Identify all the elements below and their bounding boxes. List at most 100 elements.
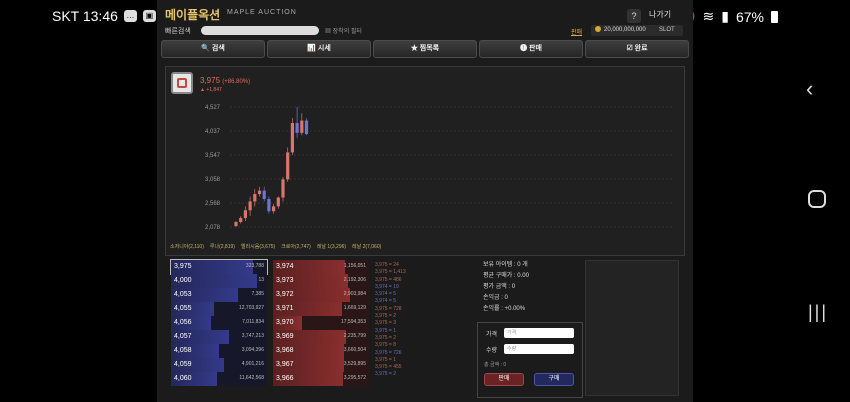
- order-quantity: 12,703,927: [238, 305, 264, 311]
- legend-entry: 레날 2(7,060): [352, 244, 382, 250]
- legend-entry: 소저니아(2,110): [170, 244, 204, 250]
- order-row[interactable]: 3,974 1,156,051: [273, 260, 369, 274]
- candle-body: [267, 198, 271, 212]
- order-row[interactable]: 3,972 2,903,984: [273, 288, 369, 302]
- order-price: 3,966: [276, 375, 294, 382]
- y-tick-label: 3,058: [205, 177, 221, 183]
- trade-entry: 3,975 = 486: [375, 276, 402, 283]
- trade-entry: 3,975 = 8: [375, 342, 396, 349]
- equip-filter-label[interactable]: ▦ 장착의 필터: [325, 26, 362, 35]
- trade-entry: 3,975 = 24: [375, 262, 399, 268]
- app-header: 메이플옥션 MAPLE AUCTION ? 나가기: [157, 0, 693, 23]
- trade-entry: 3,975 = 2: [375, 313, 396, 320]
- wifi-icon: ≋: [702, 8, 715, 24]
- auction-app: 메이플옥션 MAPLE AUCTION ? 나가기 빠른검색 ▦ 장착의 필터 …: [157, 0, 693, 402]
- order-book-area: 3,975 323,788 4,000 13 4,053 7,385 4,055 12,703…: [157, 258, 693, 402]
- candle-body: [253, 194, 257, 202]
- app-subtitle: MAPLE AUCTION: [227, 9, 297, 16]
- candle-body: [239, 218, 243, 223]
- status-right: 🔇 ≋ ▮ 67%: [678, 8, 778, 25]
- exit-button[interactable]: 나가기: [649, 9, 671, 20]
- order-row[interactable]: 4,055 12,703,927: [171, 302, 267, 316]
- order-form: 가격 가격 수량 수량 총 금액 : 0 판매 구매: [477, 322, 583, 398]
- candle-body: [295, 123, 299, 133]
- order-row[interactable]: 4,060 11,642,568: [171, 372, 267, 386]
- holding-info: 보유 아이템 : 0 개 평균 구매가 : 0.00 평가 금액 : 0 손익금…: [481, 260, 581, 315]
- order-quantity: 11,642,568: [239, 375, 264, 381]
- quick-search-input[interactable]: [201, 26, 319, 35]
- back-icon[interactable]: ‹: [806, 76, 828, 101]
- tab-price[interactable]: 📊 시세: [267, 40, 371, 58]
- slot-label[interactable]: SLOT: [659, 25, 675, 36]
- sell-link[interactable]: 판매: [571, 27, 582, 36]
- order-price: 3,973: [276, 277, 294, 284]
- buy-button[interactable]: 구매: [534, 373, 574, 386]
- order-row[interactable]: 4,053 7,385: [171, 288, 267, 302]
- order-price: 4,056: [174, 319, 192, 326]
- order-quantity: 4,901,216: [241, 361, 264, 367]
- order-row[interactable]: 3,969 2,235,799: [273, 330, 369, 344]
- owned-items: 보유 아이템 : 0 개: [483, 262, 528, 268]
- order-row[interactable]: 3,973 2,192,306: [273, 274, 369, 288]
- quantity-label: 수량: [486, 348, 498, 354]
- order-row[interactable]: 4,059 4,901,216: [171, 358, 267, 372]
- order-row[interactable]: 3,966 3,295,572: [273, 372, 369, 386]
- order-price: 3,974: [276, 263, 294, 270]
- meso-coin-icon: [595, 26, 601, 32]
- tab-search[interactable]: 🔍 검색: [161, 40, 265, 58]
- order-quantity: 17,594,353: [340, 319, 366, 325]
- order-row[interactable]: 3,971 1,669,129: [273, 302, 369, 316]
- sell-button[interactable]: 판매: [484, 373, 524, 386]
- current-price: 3,975 (+86.80%): [200, 76, 250, 85]
- order-quantity: 3,660,504: [343, 347, 366, 353]
- quick-search-label: 빠른검색: [165, 28, 191, 35]
- candle-body: [276, 197, 280, 207]
- home-icon[interactable]: [808, 190, 826, 208]
- tab-complete[interactable]: ☑ 완료: [585, 40, 689, 58]
- trade-entry: 3,975 = 2: [375, 371, 396, 378]
- buy-orders: 3,975 323,788 4,000 13 4,053 7,385 4,055 12,703…: [170, 259, 268, 386]
- search-row: 빠른검색 ▦ 장착의 필터 판매 20,000,000,000 SLOT: [157, 24, 693, 38]
- y-tick-label: 4,037: [205, 129, 221, 135]
- order-price: 3,975: [174, 263, 192, 270]
- order-price: 4,057: [174, 333, 192, 340]
- order-price: 4,000: [174, 277, 192, 284]
- price-input[interactable]: 가격: [504, 328, 574, 338]
- order-row[interactable]: 4,057 3,747,213: [171, 330, 267, 344]
- candle-body: [248, 201, 252, 211]
- signal-icon: ▮: [721, 8, 729, 24]
- tab-wishlist[interactable]: ★ 찜목록: [373, 40, 477, 58]
- meso-amount: 20,000,000,000: [604, 27, 646, 33]
- carrier-time: SKT 13:46: [52, 8, 118, 24]
- y-tick-label: 2,078: [205, 225, 221, 231]
- order-price: 3,969: [276, 333, 294, 340]
- order-quantity: 7,385: [251, 291, 264, 297]
- order-row[interactable]: 4,000 13: [171, 274, 267, 288]
- quantity-input[interactable]: 수량: [504, 344, 574, 354]
- recents-icon[interactable]: |||: [808, 302, 828, 323]
- tab-sell[interactable]: ❶ 판매: [479, 40, 583, 58]
- order-row[interactable]: 4,058 3,094,396: [171, 344, 267, 358]
- evaluation-amount: 평가 금액 : 0: [483, 284, 516, 290]
- order-row[interactable]: 3,975 323,788: [170, 259, 268, 275]
- order-row[interactable]: 4,056 7,011,834: [171, 316, 267, 330]
- help-button[interactable]: ?: [627, 9, 641, 23]
- battery-icon: [771, 10, 778, 23]
- order-price: 3,970: [276, 319, 294, 326]
- order-row[interactable]: 3,967 3,529,895: [273, 358, 369, 372]
- candle-body: [243, 210, 247, 219]
- candle-body: [262, 190, 266, 199]
- order-price: 4,059: [174, 361, 192, 368]
- order-quantity: 2,192,306: [343, 277, 366, 283]
- average-price: 평균 구매가 : 0.00: [483, 273, 529, 279]
- trade-entry: 3,975 = 728: [375, 305, 402, 312]
- order-quantity: 13: [258, 277, 264, 283]
- y-tick-label: 2,568: [205, 201, 221, 207]
- order-row[interactable]: 3,968 3,660,504: [273, 344, 369, 358]
- empty-side-panel: [585, 260, 679, 396]
- trade-entry: 3,975 = 2: [375, 334, 396, 341]
- order-price: 3,972: [276, 291, 294, 298]
- order-row[interactable]: 3,970 17,594,353: [273, 316, 369, 330]
- app-logo: 메이플옥션: [165, 8, 221, 22]
- order-quantity: 1,669,129: [343, 305, 366, 311]
